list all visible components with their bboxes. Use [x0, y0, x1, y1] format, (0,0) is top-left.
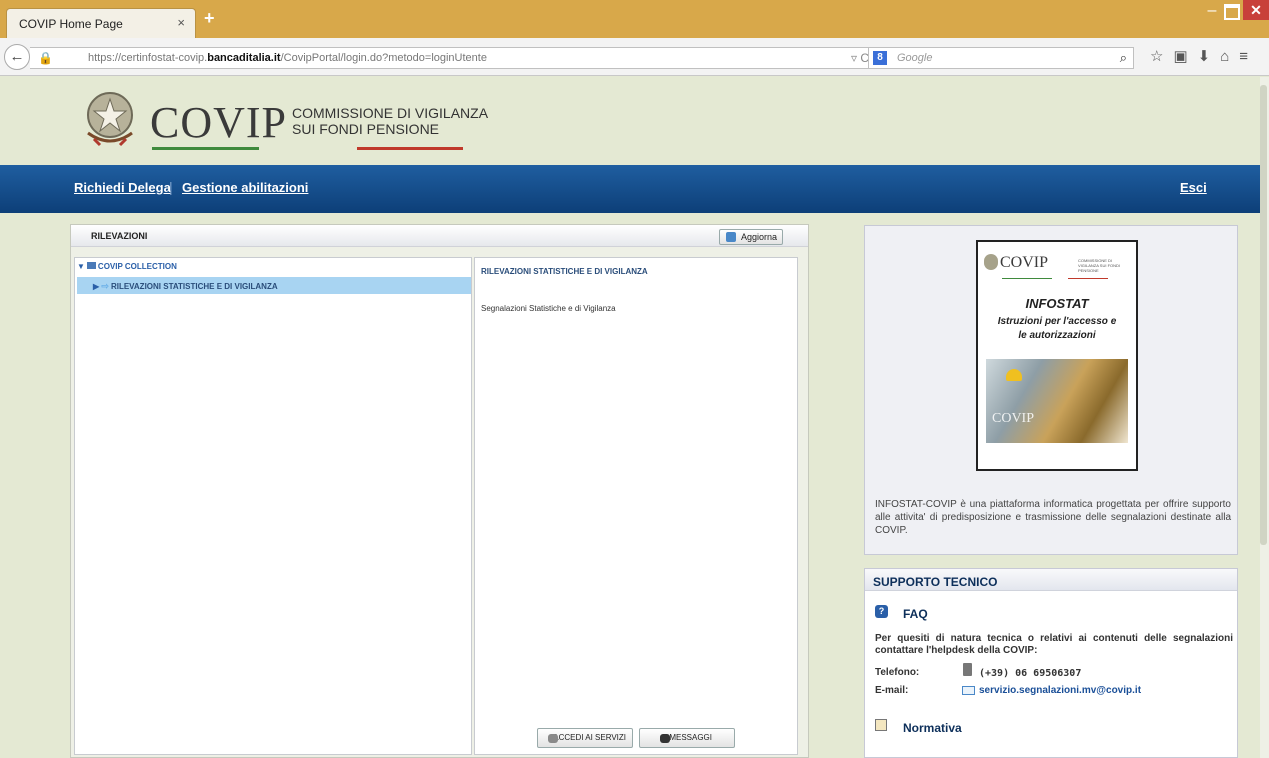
tree-node-covip-collection[interactable]: ▼ COVIP COLLECTION: [77, 262, 177, 271]
detail-title: RILEVAZIONI STATISTICHE E DI VIGILANZA: [481, 267, 648, 276]
logo-subtitle-2: SUI FONDI PENSIONE: [292, 121, 440, 137]
cover-subtitle: Istruzioni per l'accesso e le autorizzaz…: [997, 316, 1117, 341]
back-arrow-icon[interactable]: ←: [4, 44, 30, 70]
refresh-icon: [726, 232, 736, 242]
binoculars-icon: [660, 734, 670, 743]
maximize-button[interactable]: [1224, 4, 1240, 20]
site-identity-icon[interactable]: 🔒: [38, 51, 53, 65]
normativa-link[interactable]: Normativa: [903, 721, 962, 735]
gestione-abilitazioni-link[interactable]: Gestione abilitazioni: [182, 180, 308, 195]
search-icon[interactable]: ⌕: [1120, 50, 1127, 66]
infostat-description: INFOSTAT-COVIP è una piattaforma informa…: [875, 499, 1231, 536]
logout-link[interactable]: Esci: [1180, 180, 1207, 195]
close-window-button[interactable]: ✕: [1243, 0, 1269, 20]
support-panel: SUPPORTO TECNICO ? FAQ Per quesiti di na…: [864, 568, 1238, 758]
address-bar[interactable]: 🔒 https://certinfostat-covip.bancaditali…: [30, 47, 878, 69]
expand-triangle-icon[interactable]: ▼: [77, 262, 85, 271]
browser-navbar: ← 🔒 https://certinfostat-covip.bancadita…: [0, 38, 1269, 76]
messaggi-label: MESSAGGI: [669, 733, 712, 742]
services-icon: [548, 734, 558, 743]
refresh-button[interactable]: Aggiorna: [719, 229, 783, 245]
support-description: Per quesiti di natura tecnica o relativi…: [875, 633, 1233, 656]
cover-emblem-icon: [984, 254, 998, 270]
cover-photo: COVIP: [986, 359, 1128, 443]
accedi-servizi-button[interactable]: ACCEDI AI SERVIZI: [537, 728, 633, 748]
tab-close-icon[interactable]: ×: [177, 15, 185, 30]
detail-pane: RILEVAZIONI STATISTICHE E DI VIGILANZA S…: [474, 257, 798, 755]
support-title: SUPPORTO TECNICO: [873, 575, 998, 589]
tree-node-rilevazioni[interactable]: ▶ ⇨ RILEVAZIONI STATISTICHE E DI VIGILANZ…: [77, 277, 471, 294]
minimize-button[interactable]: –: [1203, 3, 1221, 22]
collapse-triangle-icon[interactable]: ▶: [93, 282, 99, 291]
infostat-guide-cover[interactable]: COVIP COMMISSIONE DI VIGILANZA SUI FONDI…: [976, 240, 1138, 471]
detail-item-link[interactable]: Segnalazioni Statistiche e di Vigilanza: [481, 304, 616, 313]
collection-tree: ▼ COVIP COLLECTION ▶ ⇨ RILEVAZIONI STATIST…: [74, 257, 472, 755]
tree-child-label: RILEVAZIONI STATISTICHE E DI VIGILANZA: [110, 282, 278, 291]
rilevazioni-title: RILEVAZIONI: [91, 231, 148, 241]
cover-title: INFOSTAT: [1025, 296, 1089, 311]
main-nav-bar: Richiedi Delega | Gestione abilitazioni …: [0, 165, 1269, 213]
faq-link[interactable]: FAQ: [903, 607, 928, 621]
covip-logo: COVIP: [150, 98, 288, 147]
faq-icon[interactable]: ?: [875, 605, 888, 618]
nav-separator: |: [169, 179, 173, 195]
logo-subtitle-1: COMMISSIONE DI VIGILANZA: [292, 105, 489, 121]
browser-titlebar: COVIP Home Page × + – ✕: [0, 0, 1269, 38]
rilevazioni-panel: RILEVAZIONI Aggiorna ▼ COVIP COLLECTION ▶…: [70, 224, 809, 758]
logo-red-rule: [357, 147, 463, 150]
rilevazioni-header: RILEVAZIONI Aggiorna: [71, 225, 808, 247]
tab-title: COVIP Home Page: [19, 17, 123, 31]
folder-icon: [86, 262, 96, 269]
document-icon: [875, 719, 887, 731]
url-text: https://certinfostat-covip.bancaditalia.…: [88, 52, 487, 64]
new-tab-button[interactable]: +: [204, 8, 215, 29]
messaggi-button[interactable]: MESSAGGI: [639, 728, 735, 748]
phone-icon: [963, 663, 972, 676]
cover-logo: COVIP: [1000, 254, 1049, 271]
email-link[interactable]: servizio.segnalazioni.mv@covip.it: [979, 685, 1141, 696]
email-label: E-mail:: [875, 685, 909, 696]
scroll-thumb[interactable]: [1260, 85, 1267, 545]
refresh-label: Aggiorna: [740, 232, 777, 242]
browser-tab[interactable]: COVIP Home Page ×: [6, 8, 196, 38]
search-placeholder: Google: [897, 52, 933, 64]
tree-child-wrapper: ▶ ⇨ RILEVAZIONI STATISTICHE E DI VIGILANZ…: [93, 281, 278, 292]
search-engine-icon[interactable]: 8: [873, 51, 887, 65]
arrow-icon: ⇨: [101, 281, 109, 291]
helmet-icon: [1006, 369, 1022, 381]
envelope-icon: [962, 686, 975, 695]
logo-green-rule: [152, 147, 259, 150]
site-header: COVIP COMMISSIONE DI VIGILANZA SUI FONDI…: [0, 77, 1269, 165]
cover-red-rule: [1068, 278, 1108, 279]
search-input[interactable]: 8 Google ⌕: [868, 47, 1134, 69]
cover-green-rule: [1002, 278, 1052, 279]
support-header: SUPPORTO TECNICO: [865, 569, 1237, 591]
phone-value: (+39) 06 69506307: [979, 668, 1082, 679]
cover-photo-text: COVIP: [992, 411, 1035, 426]
cover-logo-subtitle: COMMISSIONE DI VIGILANZA SUI FONDI PENSI…: [1078, 258, 1121, 273]
page-scrollbar[interactable]: [1260, 77, 1269, 758]
richiedi-delega-link[interactable]: Richiedi Delega: [74, 180, 171, 195]
phone-label: Telefono:: [875, 667, 920, 678]
emblem-icon: [87, 92, 133, 147]
infostat-panel: COVIP COMMISSIONE DI VIGILANZA SUI FONDI…: [864, 225, 1238, 555]
reload-icon[interactable]: ▿ C: [851, 51, 869, 65]
tree-root-label: COVIP COLLECTION: [97, 262, 177, 271]
toolbar-icons[interactable]: ☆▣⬇⌂≡: [1150, 47, 1258, 65]
accedi-label: ACCEDI AI SERVIZI: [553, 733, 626, 742]
